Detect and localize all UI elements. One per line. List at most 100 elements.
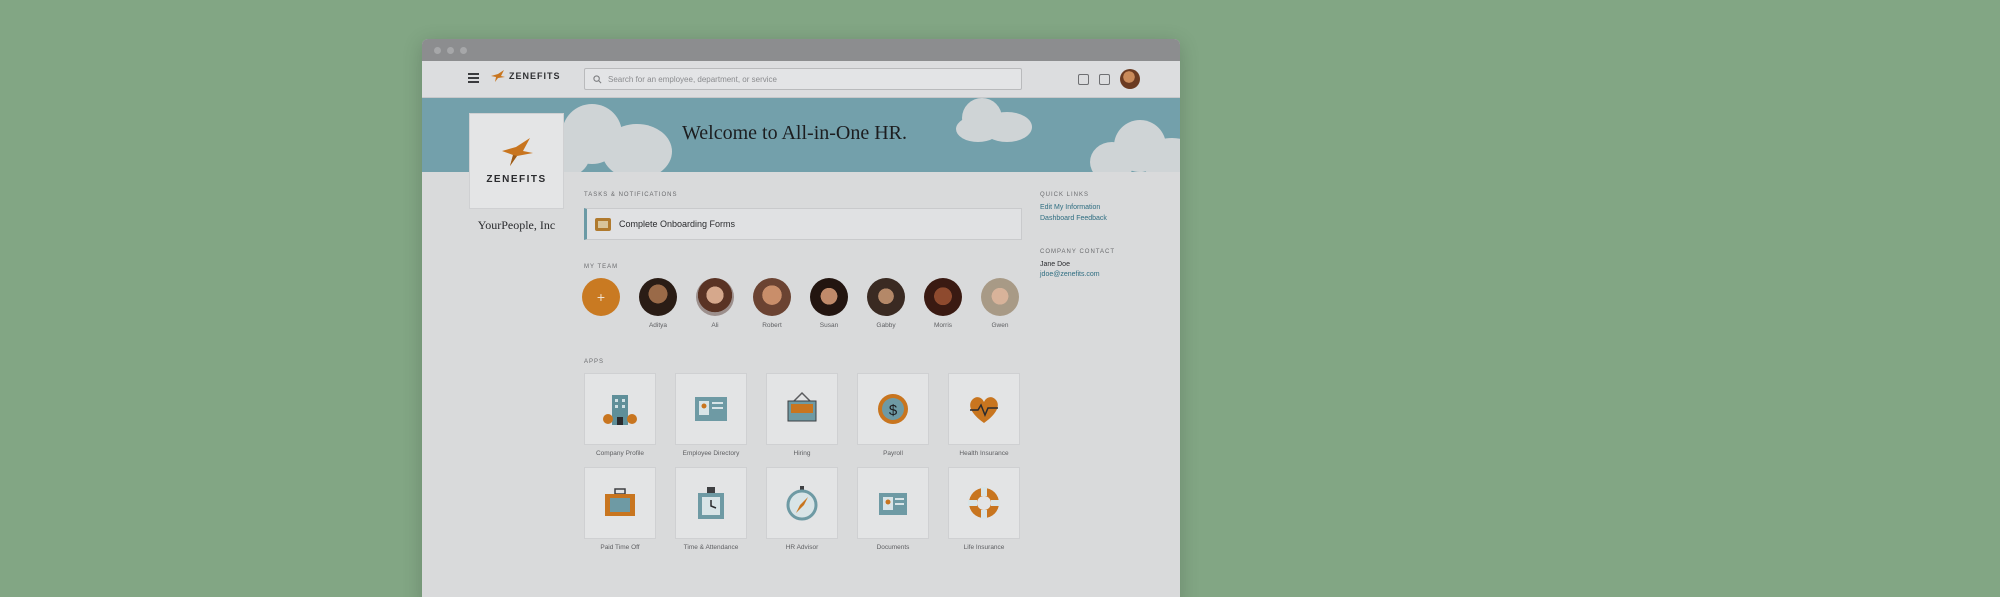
app-name: Payroll bbox=[883, 450, 903, 457]
quick-links-section: QUICK LINKS Edit My Information Dashboar… bbox=[1040, 192, 1107, 226]
browser-window: ZENEFITS Welcome to All-in-One HR. bbox=[422, 39, 1180, 597]
welcome-title: Welcome to All-in-One HR. bbox=[682, 122, 908, 144]
window-maximize-dot[interactable] bbox=[460, 46, 467, 54]
dollar-icon: $ bbox=[878, 394, 908, 424]
quick-links-label: QUICK LINKS bbox=[1040, 192, 1090, 198]
member-avatar bbox=[810, 278, 848, 316]
company-name: YourPeople, Inc bbox=[477, 218, 556, 232]
search-icon bbox=[593, 74, 602, 83]
company-logo-card: ZENEFITS bbox=[469, 113, 564, 209]
app-name: Health Insurance bbox=[959, 450, 1009, 457]
member-avatar bbox=[753, 278, 791, 316]
app-hiring[interactable]: Hiring bbox=[766, 373, 838, 457]
task-label: Complete Onboarding Forms bbox=[619, 219, 736, 229]
team-member[interactable]: Morris bbox=[924, 278, 962, 329]
member-name: Morris bbox=[933, 322, 953, 329]
member-name: Robert bbox=[762, 322, 782, 329]
zenefits-logo[interactable]: ZENEFITS bbox=[490, 70, 561, 82]
app-tile bbox=[857, 467, 929, 539]
add-team-member-button[interactable]: + bbox=[582, 278, 620, 329]
team-member[interactable]: Robert bbox=[753, 278, 791, 329]
top-icons bbox=[1078, 69, 1140, 89]
brand-wordmark: ZENEFITS bbox=[509, 71, 561, 81]
top-navigation-bar: ZENEFITS bbox=[422, 61, 1180, 98]
bird-logo-icon bbox=[501, 137, 533, 166]
compass-icon bbox=[786, 486, 818, 521]
folder-icon bbox=[879, 493, 907, 515]
team-list: + Aditya Ali Robert Susan Gabby Morris G… bbox=[582, 278, 1019, 329]
app-tile bbox=[948, 467, 1020, 539]
app-payroll[interactable]: $ Payroll bbox=[857, 373, 929, 457]
team-member[interactable]: Gwen bbox=[981, 278, 1019, 329]
app-time-attendance[interactable]: Time & Attendance bbox=[675, 467, 747, 551]
app-name: Documents bbox=[876, 544, 910, 551]
clock-icon bbox=[698, 487, 724, 519]
tasks-section-label: TASKS & NOTIFICATIONS bbox=[584, 192, 678, 198]
company-contact-section: COMPANY CONTACT Jane Doe jdoe@zenefits.c… bbox=[1040, 249, 1115, 278]
app-company-profile[interactable]: Company Profile bbox=[584, 373, 656, 457]
messages-icon[interactable] bbox=[1078, 73, 1089, 85]
window-minimize-dot[interactable] bbox=[447, 46, 454, 54]
task-folder-icon bbox=[595, 217, 611, 231]
window-close-dot[interactable] bbox=[434, 46, 441, 54]
company-contact-label: COMPANY CONTACT bbox=[1040, 249, 1116, 255]
team-member[interactable]: Ali bbox=[696, 278, 734, 329]
app-health-insurance[interactable]: Health Insurance bbox=[948, 373, 1020, 457]
app-tile bbox=[766, 467, 838, 539]
building-icon bbox=[603, 395, 637, 425]
svg-text:$: $ bbox=[889, 402, 898, 419]
app-tile: $ bbox=[857, 373, 929, 445]
app-hr-advisor[interactable]: HR Advisor bbox=[766, 467, 838, 551]
company-logo-text: ZENEFITS bbox=[486, 173, 547, 185]
app-tile bbox=[675, 467, 747, 539]
apps-section-label: APPS bbox=[584, 359, 605, 365]
directory-icon bbox=[695, 397, 727, 421]
app-tile bbox=[584, 467, 656, 539]
member-name: Susan bbox=[819, 322, 839, 329]
tasks-check-icon[interactable] bbox=[1099, 73, 1110, 85]
search-box[interactable] bbox=[584, 68, 1022, 90]
member-avatar bbox=[639, 278, 677, 316]
task-item[interactable]: Complete Onboarding Forms bbox=[584, 208, 1022, 240]
app-employee-directory[interactable]: Employee Directory bbox=[675, 373, 747, 457]
member-avatar bbox=[696, 278, 734, 316]
contact-name: Jane Doe bbox=[1040, 261, 1070, 268]
team-section-label: MY TEAM bbox=[584, 264, 619, 270]
member-avatar bbox=[867, 278, 905, 316]
window-titlebar bbox=[422, 39, 1180, 61]
team-member[interactable]: Susan bbox=[810, 278, 848, 329]
app-name: Paid Time Off bbox=[600, 544, 640, 551]
team-member[interactable]: Gabby bbox=[867, 278, 905, 329]
add-icon: + bbox=[582, 278, 620, 316]
cloud-decoration bbox=[956, 116, 1000, 142]
lifebuoy-icon bbox=[968, 487, 1000, 519]
member-name: Gabby bbox=[876, 322, 896, 329]
app-tile bbox=[584, 373, 656, 445]
user-avatar[interactable] bbox=[1120, 69, 1140, 89]
help-wanted-icon bbox=[787, 391, 817, 422]
contact-email-link[interactable]: jdoe@zenefits.com bbox=[1040, 271, 1115, 278]
bird-logo-icon bbox=[491, 70, 505, 82]
search-input[interactable] bbox=[608, 74, 1008, 84]
app-tile bbox=[948, 373, 1020, 445]
app-tile bbox=[675, 373, 747, 445]
link-edit-my-information[interactable]: Edit My Information bbox=[1040, 204, 1107, 211]
team-member[interactable]: Aditya bbox=[639, 278, 677, 329]
app-paid-time-off[interactable]: Paid Time Off bbox=[584, 467, 656, 551]
hamburger-menu-icon[interactable] bbox=[468, 73, 479, 83]
link-dashboard-feedback[interactable]: Dashboard Feedback bbox=[1040, 215, 1107, 222]
apps-grid: Company Profile Employee Directory Hirin… bbox=[584, 373, 1020, 551]
app-name: HR Advisor bbox=[785, 544, 819, 551]
app-name: Hiring bbox=[793, 450, 811, 457]
app-name: Time & Attendance bbox=[683, 544, 739, 551]
app-documents[interactable]: Documents bbox=[857, 467, 929, 551]
app-tile bbox=[766, 373, 838, 445]
member-name: Gwen bbox=[991, 322, 1009, 329]
member-avatar bbox=[924, 278, 962, 316]
member-name: Ali bbox=[711, 322, 719, 329]
app-name: Company Profile bbox=[595, 450, 645, 457]
cloud-decoration bbox=[602, 124, 672, 172]
app-name: Life Insurance bbox=[963, 544, 1005, 551]
app-life-insurance[interactable]: Life Insurance bbox=[948, 467, 1020, 551]
heart-icon bbox=[970, 397, 998, 423]
